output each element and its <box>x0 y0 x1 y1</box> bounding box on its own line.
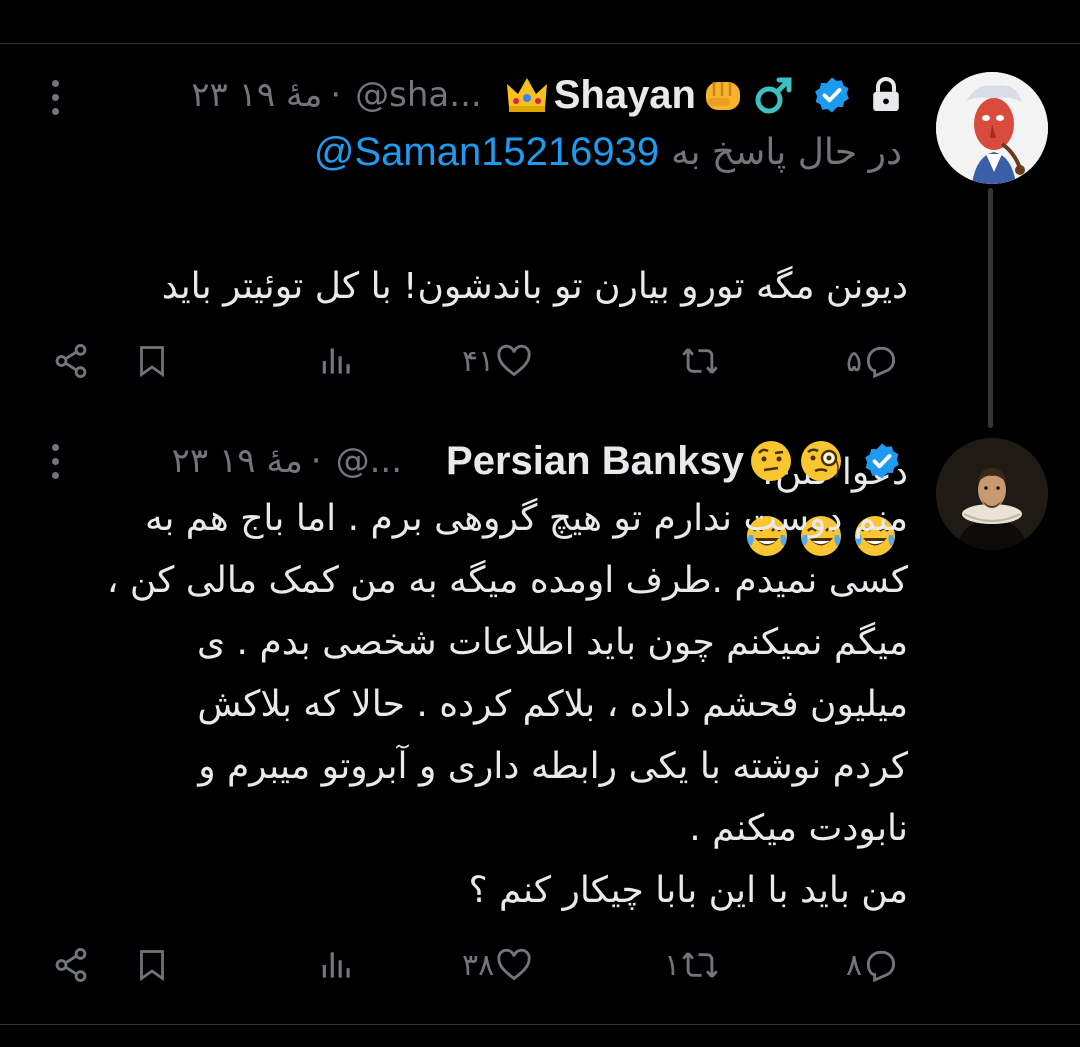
retweet-icon <box>682 348 718 374</box>
tweet-header: ۲۳ مهٔ ۱۹ · @sha... Shayan <box>191 64 902 126</box>
like-count: ۳۸ <box>462 947 495 983</box>
tweet-shayan[interactable]: ۲۳ مهٔ ۱۹ · @sha... Shayan در حال پاسخ ب… <box>0 44 1080 556</box>
user-display-name[interactable]: Shayan <box>504 72 796 118</box>
views-button[interactable] <box>318 342 356 380</box>
bookmark-button[interactable] <box>134 342 170 380</box>
bookmark-icon <box>140 346 164 378</box>
like-button[interactable]: ۴۱ <box>462 342 534 380</box>
retweet-button[interactable]: ۱ <box>664 946 720 984</box>
heart-icon <box>497 344 531 377</box>
tweet-text-line1: دیونن مگه تورو بیارن تو باندشون! با کل ت… <box>161 266 908 307</box>
thread-connector-line <box>988 188 993 428</box>
reply-icon <box>867 950 896 983</box>
retweet-icon <box>682 952 718 978</box>
share-button[interactable] <box>52 946 90 984</box>
male-sign-emoji-icon <box>755 77 792 114</box>
tweet-date[interactable]: ۲۳ مهٔ ۱۹ <box>191 75 322 115</box>
share-icon <box>55 344 87 378</box>
display-name-text: Persian Banksy <box>446 438 744 483</box>
fist-emoji-icon <box>706 82 740 110</box>
tweet-persian-banksy[interactable]: ۲۳ مهٔ ۱۹ · @... Persian Banksy منم دوست… <box>0 424 1080 1024</box>
portrait-avatar-image <box>936 438 1048 550</box>
more-options-icon[interactable] <box>48 444 62 486</box>
bookmark-icon <box>140 950 164 982</box>
bottom-divider <box>0 1024 1080 1025</box>
reply-count: ۵ <box>846 343 863 379</box>
tweet-text: منم دوست ندارم تو هیچ گروهی برم . اما با… <box>106 498 908 911</box>
header-separator: · <box>310 441 322 481</box>
views-icon <box>322 348 350 374</box>
user-display-name[interactable]: Persian Banksy <box>446 438 844 484</box>
views-icon <box>322 952 350 978</box>
retweet-count: ۱ <box>664 947 681 983</box>
more-options-icon[interactable] <box>48 80 62 122</box>
tweet-header: ۲۳ مهٔ ۱۹ · @... Persian Banksy <box>172 430 902 492</box>
caricature-avatar-image <box>936 72 1048 184</box>
header-separator: · <box>330 75 342 115</box>
verified-badge-icon[interactable] <box>862 441 902 481</box>
avatar[interactable] <box>936 438 1048 550</box>
user-handle[interactable]: @sha... <box>355 75 482 115</box>
lock-icon <box>873 77 899 111</box>
reply-icon <box>867 346 896 379</box>
bookmark-button[interactable] <box>134 946 170 984</box>
replying-to-line: در حال پاسخ به @Saman15216939 <box>314 124 902 180</box>
user-handle[interactable]: @... <box>336 441 402 481</box>
face-with-raised-eyebrow-icon <box>751 441 791 481</box>
share-button[interactable] <box>52 342 90 380</box>
replying-to-label: در حال پاسخ به <box>671 131 902 173</box>
like-count: ۴۱ <box>462 343 495 379</box>
heart-icon <box>497 948 531 981</box>
replying-to-mention-link[interactable]: @Saman15216939 <box>314 130 659 175</box>
reply-button[interactable]: ۵ <box>846 342 900 380</box>
retweet-button[interactable] <box>680 342 720 380</box>
like-button[interactable]: ۳۸ <box>462 946 534 984</box>
previous-tweet-actions-clipped <box>0 0 1080 8</box>
reply-count: ۸ <box>846 947 863 983</box>
views-button[interactable] <box>318 946 356 984</box>
display-name-text: Shayan <box>553 72 696 117</box>
reply-button[interactable]: ۸ <box>846 946 900 984</box>
avatar[interactable] <box>936 72 1048 184</box>
share-icon <box>55 948 87 982</box>
verified-badge-icon[interactable] <box>812 75 852 115</box>
face-with-monocle-icon <box>801 441 841 481</box>
crown-emoji-icon <box>506 78 547 112</box>
tweet-date[interactable]: ۲۳ مهٔ ۱۹ <box>172 441 303 481</box>
